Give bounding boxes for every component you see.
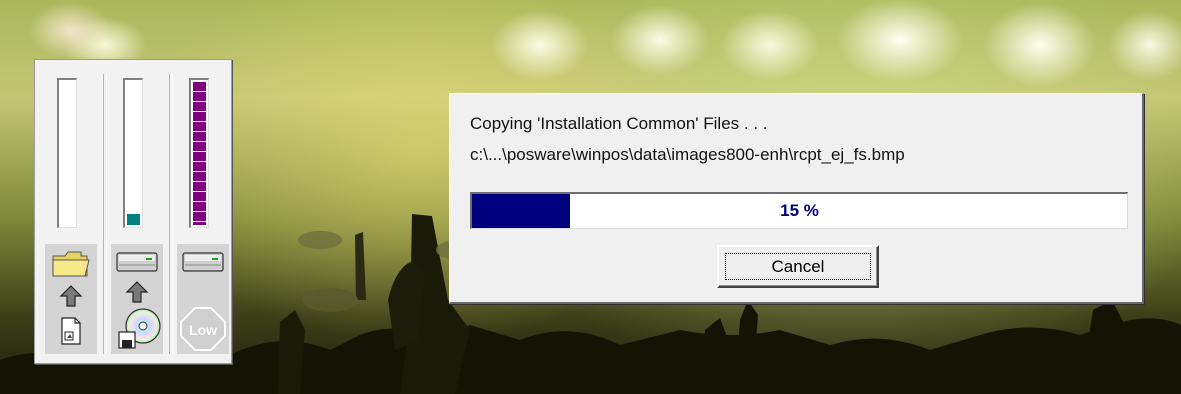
up-arrow-icon [59,285,83,307]
destination-icon-stack [111,244,163,354]
memory-meter-fill [193,82,206,225]
copy-progress-bar: 15 % [470,192,1128,229]
destination-meter-fill [127,214,140,225]
copy-status-text: Copying 'Installation Common' Files . . … [470,114,768,133]
resource-monitor-panel: Low [34,59,232,364]
cancel-button[interactable]: Cancel [717,245,879,288]
memory-icon-stack: Low [177,244,229,354]
memory-column: Low [169,72,229,362]
up-arrow-icon [125,281,149,303]
progress-percent-label: 15 % [780,201,819,220]
folder-icon [52,251,90,277]
source-column [37,72,97,362]
source-meter [57,78,77,228]
cancel-button-label: Cancel [725,253,871,280]
drive-icon [116,252,158,272]
memory-meter [189,78,209,228]
copy-progress-dialog: Copying 'Installation Common' Files . . … [449,93,1144,304]
drive-icon [182,252,224,272]
cd-disk-icon [118,308,161,349]
low-badge-text: Low [189,322,217,338]
source-icon-stack [45,244,97,354]
destination-meter [123,78,143,228]
low-stop-icon: Low [180,307,226,351]
destination-column [103,72,163,362]
current-file-path: c:\...\posware\winpos\data\images800-enh… [470,145,905,164]
document-icon [61,317,81,345]
